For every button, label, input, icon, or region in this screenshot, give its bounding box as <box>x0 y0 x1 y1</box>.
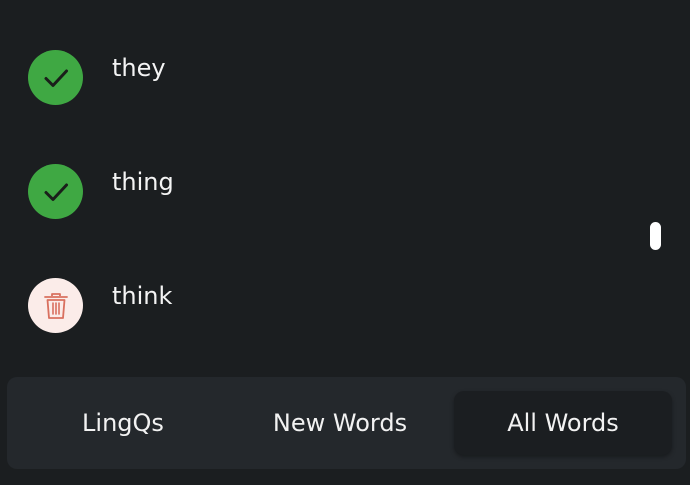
word-text[interactable]: thing <box>112 166 174 198</box>
word-row-thing[interactable]: thing <box>0 150 640 230</box>
word-row-they[interactable]: they <box>0 36 640 116</box>
trash-icon <box>43 292 68 319</box>
known-status-button[interactable] <box>28 164 83 219</box>
tab-lingqs[interactable]: LingQs <box>19 391 227 455</box>
word-text[interactable]: they <box>112 52 166 84</box>
scrollbar-thumb[interactable] <box>650 222 661 250</box>
word-list: they thing think <box>0 0 690 375</box>
known-status-button[interactable] <box>28 50 83 105</box>
filter-tab-bar: LingQs New Words All Words <box>7 377 686 469</box>
check-icon <box>44 183 68 201</box>
tab-new-words[interactable]: New Words <box>232 391 448 455</box>
tab-all-words[interactable]: All Words <box>454 391 672 455</box>
word-row-think[interactable]: think <box>0 264 640 344</box>
word-text[interactable]: think <box>112 280 172 312</box>
delete-button[interactable] <box>28 278 83 333</box>
check-icon <box>44 69 68 87</box>
